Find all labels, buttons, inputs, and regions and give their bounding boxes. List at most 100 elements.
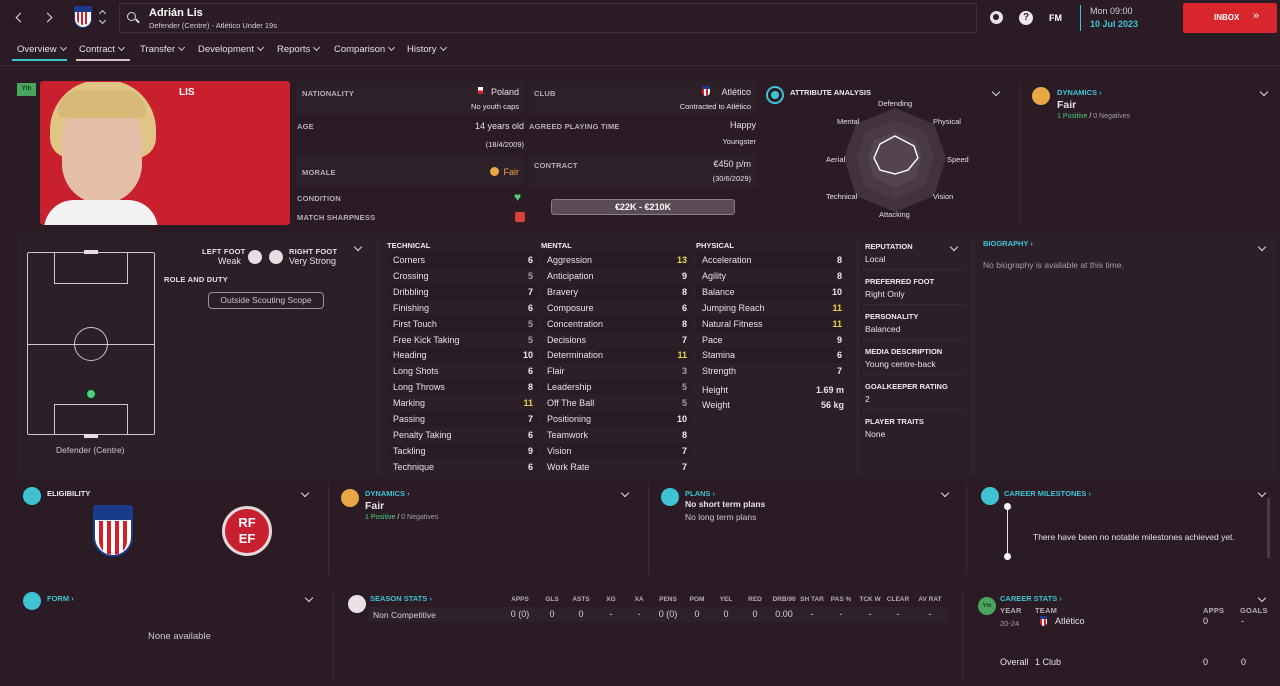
chevron-down-icon[interactable] bbox=[1259, 87, 1269, 97]
info-label-3: MEDIA DESCRIPTION bbox=[865, 347, 943, 356]
attribute-row[interactable]: Marking 11 bbox=[387, 395, 537, 411]
tab-development[interactable]: Development bbox=[198, 44, 263, 55]
scouting-scope-button[interactable]: Outside Scouting Scope bbox=[208, 292, 324, 309]
right-foot-label: RIGHT FOOT bbox=[289, 247, 338, 256]
positive-count: 1 Positive bbox=[1057, 113, 1088, 120]
attribute-row[interactable]: Dribbling 7 bbox=[387, 283, 537, 300]
tab-transfer[interactable]: Transfer bbox=[140, 44, 184, 55]
attribute-row[interactable]: Determination 11 bbox=[541, 347, 691, 364]
search-bar[interactable]: Adrián Lis Defender (Centre) - Atlético … bbox=[119, 3, 977, 33]
attribute-row[interactable]: Concentration 8 bbox=[541, 315, 691, 332]
radar-label-physical: Physical bbox=[933, 117, 961, 126]
tab-comparison[interactable]: Comparison bbox=[334, 44, 394, 55]
milestones-title[interactable]: CAREER MILESTONES › bbox=[1004, 489, 1091, 498]
attribute-row[interactable]: Technique 6 bbox=[387, 459, 537, 475]
attribute-row[interactable]: Decisions 7 bbox=[541, 332, 691, 348]
chevron-right-icon: › bbox=[1059, 594, 1062, 603]
attribute-row[interactable]: Anticipation 9 bbox=[541, 268, 691, 284]
club-switch-arrows[interactable] bbox=[98, 8, 108, 26]
form-title[interactable]: FORM › bbox=[47, 594, 74, 603]
inbox-button[interactable]: INBOX » bbox=[1183, 3, 1277, 33]
back-button[interactable] bbox=[14, 12, 26, 24]
season-header-2: ASTS bbox=[572, 596, 590, 603]
club-crest-icon[interactable] bbox=[74, 6, 92, 28]
attribute-row[interactable]: Acceleration 8 bbox=[696, 252, 846, 268]
attribute-row[interactable]: Off The Ball 5 bbox=[541, 395, 691, 411]
help-icon[interactable]: ? bbox=[1019, 11, 1033, 25]
plans-title[interactable]: PLANS › bbox=[685, 489, 715, 498]
scrollbar[interactable] bbox=[1267, 498, 1270, 558]
attribute-name: Vision bbox=[547, 445, 572, 456]
career-team[interactable]: Atlético bbox=[1055, 616, 1085, 626]
section-title: PHYSICAL bbox=[696, 241, 734, 250]
tab-reports[interactable]: Reports bbox=[277, 44, 319, 55]
forward-button[interactable] bbox=[42, 12, 56, 24]
attribute-value: 10 bbox=[676, 414, 687, 424]
attribute-value: 9 bbox=[836, 334, 842, 345]
season-header-1: GLS bbox=[545, 596, 559, 603]
chevron-down-icon[interactable] bbox=[940, 488, 950, 498]
wage-value: €450 p/m bbox=[713, 159, 751, 169]
attribute-row[interactable]: First Touch 5 bbox=[387, 315, 537, 332]
dynamics-title-2[interactable]: DYNAMICS › bbox=[365, 489, 410, 498]
attribute-value: 13 bbox=[676, 255, 687, 265]
chevron-down-icon[interactable] bbox=[1257, 593, 1267, 603]
tab-overview[interactable]: Overview bbox=[17, 44, 66, 55]
attribute-row[interactable]: Agility 8 bbox=[696, 268, 846, 284]
plans-long: No long term plans bbox=[685, 512, 757, 522]
player-subtitle: Defender (Centre) - Atlético Under 19s bbox=[149, 21, 277, 30]
tab-history[interactable]: History bbox=[407, 44, 446, 55]
attribute-value: 11 bbox=[832, 302, 842, 313]
attribute-row[interactable]: Jumping Reach 11 bbox=[696, 300, 846, 316]
attribute-row[interactable]: Flair 3 bbox=[541, 363, 691, 379]
attribute-row[interactable]: Bravery 8 bbox=[541, 283, 691, 300]
attribute-row[interactable]: Passing 7 bbox=[387, 411, 537, 427]
attribute-row[interactable]: Balance 10 bbox=[696, 283, 846, 300]
attribute-row[interactable]: Stamina 6 bbox=[696, 347, 846, 364]
physical-list: PHYSICAL Acceleration 8 Agility 8 Balance 10 Ju… bbox=[696, 241, 848, 471]
fm-menu-button[interactable]: FM bbox=[1049, 13, 1062, 23]
attribute-row[interactable]: Work Rate 7 bbox=[541, 459, 691, 475]
attribute-row[interactable]: Tackling 9 bbox=[387, 442, 537, 459]
attribute-row[interactable]: Teamwork 8 bbox=[541, 427, 691, 443]
attribute-row[interactable]: Vision 7 bbox=[541, 442, 691, 459]
attribute-row[interactable]: Long Throws 8 bbox=[387, 379, 537, 396]
attribute-row[interactable]: Heading 10 bbox=[387, 347, 537, 364]
chevron-down-icon[interactable] bbox=[304, 593, 314, 603]
info-label-5[interactable]: PLAYER TRAITS bbox=[865, 417, 924, 426]
attribute-row[interactable]: Pace 9 bbox=[696, 332, 846, 348]
attribute-row[interactable]: Positioning 10 bbox=[541, 411, 691, 427]
attribute-row[interactable]: Composure 6 bbox=[541, 300, 691, 316]
attribute-row[interactable]: Long Shots 6 bbox=[387, 363, 537, 379]
attribute-row[interactable]: Strength 7 bbox=[696, 363, 846, 379]
chevron-right-icon: › bbox=[712, 489, 716, 498]
attribute-row[interactable]: Leadership 5 bbox=[541, 379, 691, 396]
milestone-dot-top bbox=[1004, 503, 1011, 510]
globe-icon[interactable] bbox=[990, 11, 1003, 24]
chevron-down-icon[interactable] bbox=[620, 488, 630, 498]
career-stats-title[interactable]: CAREER STATS › bbox=[1000, 594, 1062, 603]
attribute-row[interactable]: Free Kick Taking 5 bbox=[387, 332, 537, 348]
info-label-0: REPUTATION bbox=[865, 242, 913, 251]
attribute-value: 5 bbox=[527, 318, 533, 329]
dynamics-title[interactable]: DYNAMICS › bbox=[1057, 88, 1102, 97]
biography-title[interactable]: BIOGRAPHY › bbox=[983, 239, 1033, 248]
season-stats-title[interactable]: SEASON STATS › bbox=[370, 594, 432, 603]
info-divider bbox=[863, 269, 965, 270]
chevron-down-icon[interactable] bbox=[991, 87, 1001, 97]
attribute-value: 3 bbox=[681, 366, 687, 377]
attribute-row[interactable]: Aggression 13 bbox=[541, 252, 691, 268]
nationality-value: Poland bbox=[490, 87, 519, 97]
attribute-row[interactable]: Natural Fitness 11 bbox=[696, 315, 846, 332]
attribute-name: Positioning bbox=[547, 414, 592, 424]
player-photo bbox=[44, 82, 158, 225]
radar-label-vision: Vision bbox=[933, 192, 954, 201]
attribute-row[interactable]: Penalty Taking 6 bbox=[387, 427, 537, 443]
attribute-row[interactable]: Crossing 5 bbox=[387, 268, 537, 284]
tab-contract[interactable]: Contract bbox=[79, 44, 124, 55]
value-bar[interactable]: €22K - €210K bbox=[551, 199, 735, 215]
double-chevron-right-icon: » bbox=[1253, 10, 1260, 22]
chevron-down-icon[interactable] bbox=[1257, 488, 1267, 498]
attribute-row[interactable]: Finishing 6 bbox=[387, 300, 537, 316]
attribute-row[interactable]: Corners 6 bbox=[387, 252, 537, 268]
